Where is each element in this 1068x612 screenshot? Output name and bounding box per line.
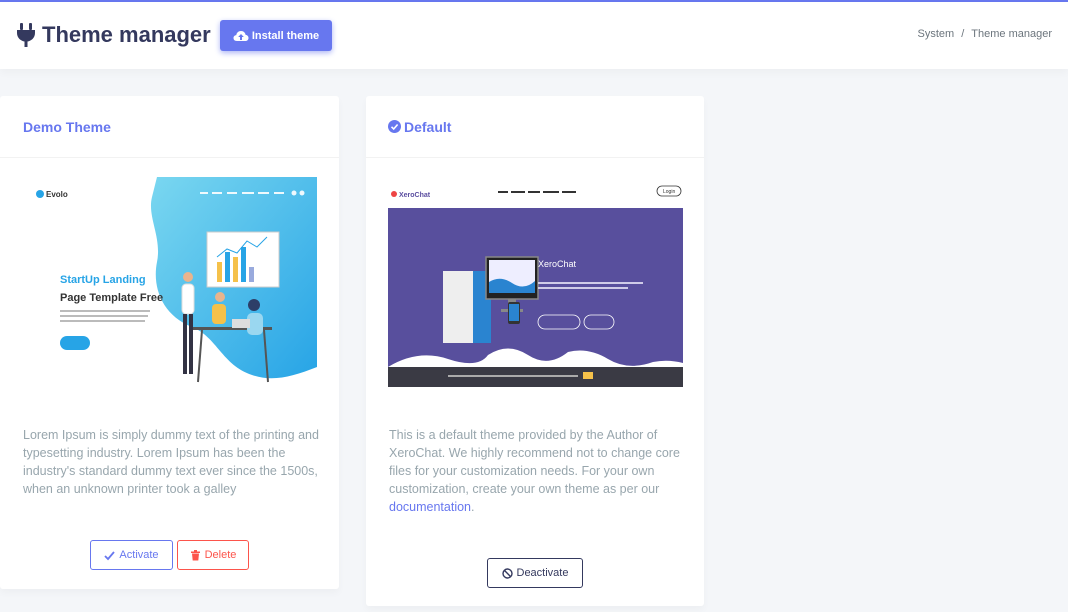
page-title: Theme manager [16,22,211,48]
theme-card-demo: Demo Theme Evolo StartUp Landing Page Te… [0,96,339,589]
cloud-upload-icon [233,30,249,41]
theme-name: Default [404,118,452,135]
delete-button[interactable]: Delete [177,540,249,570]
svg-text:XeroChat: XeroChat [538,259,577,269]
deactivate-label: Deactivate [516,567,569,579]
page-header: Theme manager Install theme System / The… [0,2,1068,69]
delete-label: Delete [204,549,237,561]
theme-card-header: Demo Theme [0,96,339,158]
theme-description-text: This is a default theme provided by the … [389,428,680,496]
theme-preview-image: Evolo StartUp Landing Page Template Free [22,177,317,384]
svg-text:Login: Login [663,189,675,195]
trash-icon [190,549,200,560]
svg-text:Page Template Free: Page Template Free [60,292,163,304]
theme-description: Lorem Ipsum is simply dummy text of the … [23,428,319,496]
theme-preview-image: XeroChat Login XeroChat [388,177,683,387]
theme-name: Demo Theme [23,118,111,135]
check-circle-icon [388,120,401,133]
install-theme-label: Install theme [251,29,320,42]
breadcrumb-separator: / [961,28,965,40]
ban-icon [501,567,513,579]
svg-text:StartUp Landing: StartUp Landing [60,274,146,286]
plug-icon [17,23,35,47]
page-title-text: Theme manager [42,22,211,47]
theme-description-end: . [471,500,475,514]
breadcrumb-item-system[interactable]: System [918,28,955,40]
documentation-link[interactable]: documentation [389,500,471,514]
svg-text:XeroChat: XeroChat [399,192,431,199]
theme-card-default: Default XeroChat Login XeroChat This is … [366,96,704,606]
theme-card-header: Default [366,96,704,158]
svg-text:Evolo: Evolo [46,190,68,199]
activate-button[interactable]: Activate [90,540,173,570]
install-theme-button[interactable]: Install theme [220,20,332,51]
theme-description: This is a default theme provided by the … [389,426,689,516]
evolo-preview-illustration: Evolo StartUp Landing Page Template Free [22,177,317,384]
deactivate-button[interactable]: Deactivate [487,558,583,588]
xerochat-preview-illustration: XeroChat Login XeroChat [388,177,683,387]
activate-label: Activate [119,549,159,561]
check-icon [104,550,116,560]
breadcrumb-item-current: Theme manager [971,28,1052,40]
breadcrumb: System / Theme manager [918,28,1052,40]
